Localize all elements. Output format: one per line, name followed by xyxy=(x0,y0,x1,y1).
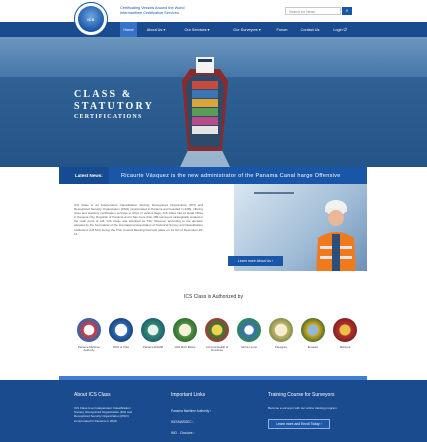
main-nav: Home About Us ▾ Our Services ▾ Our Surve… xyxy=(0,22,427,37)
seal-commonwealth-of-dominica[interactable]: Commonwealth of Dominica xyxy=(202,318,232,353)
search-input[interactable]: Search for News xyxy=(285,7,341,15)
ship-image xyxy=(180,57,230,167)
sierra-leone-emblem-icon xyxy=(237,318,261,342)
search-button[interactable]: ⌕ xyxy=(342,7,352,15)
enroll-button[interactable]: Learn more and Enroll Today › xyxy=(268,419,330,430)
seal-panama-dgmm[interactable]: Panama DGMM xyxy=(138,318,168,349)
seal-label: VAN MAX Belize xyxy=(174,345,196,349)
footer-links-title: Important Links xyxy=(171,392,206,398)
rso-emblem-icon xyxy=(109,318,133,342)
footer-training-column: Training Course for Surveyors Become a s… xyxy=(268,392,348,430)
seal-label: Sierra Leone xyxy=(240,345,257,349)
news-ticker[interactable]: Ricaurte Vásquez is the new administrato… xyxy=(121,167,341,184)
paraguay-emblem-icon xyxy=(269,318,293,342)
site-footer: About ICS Class ICS Class is an Independ… xyxy=(0,380,427,442)
footer-about-column: About ICS Class ICS Class is an Independ… xyxy=(74,392,136,423)
footer-link-imo-marsec[interactable]: IMO/MARSEC › xyxy=(171,417,241,428)
seal-label: Ecuador xyxy=(307,345,319,349)
nav-home[interactable]: Home xyxy=(120,22,137,37)
nav-login[interactable]: Login ⏻ xyxy=(330,22,350,37)
tagline-line2: Intermaritime Certification Services xyxy=(120,10,179,15)
footer-link-imo-circulars[interactable]: IMO - Circulars › xyxy=(171,428,241,439)
crane-shape xyxy=(254,192,294,194)
ecuador-emblem-icon xyxy=(301,318,325,342)
seal-label: Commonwealth of Dominica xyxy=(205,345,229,353)
seal-paraguay[interactable]: Paraguay xyxy=(266,318,296,349)
site-tagline: Certificating Vessels Around the World I… xyxy=(120,6,185,15)
moldova-emblem-icon xyxy=(333,318,357,342)
footer-links-column: Important Links Panama Maritime Authorit… xyxy=(171,392,241,439)
dgmm-emblem-icon xyxy=(141,318,165,342)
seal-label: Moldova xyxy=(339,345,351,349)
footer-training-text: Become a surveyor with our online traini… xyxy=(268,406,338,410)
footer-about-text: ICS Class is an Independent Classificati… xyxy=(74,406,133,423)
seal-van-max-belize[interactable]: VAN MAX Belize xyxy=(170,318,200,349)
intro-paragraph: ICS Class is an Independent Classificati… xyxy=(74,203,203,236)
authorized-by-heading: ICS Class is Authorized by xyxy=(184,294,243,300)
seal-label: RSO of Chia xyxy=(113,345,129,349)
logo-emblem: ICS xyxy=(78,6,104,32)
seal-moldova[interactable]: Moldova xyxy=(330,318,360,349)
seal-label: Panama Maritime Authority xyxy=(78,345,100,353)
surveyor-figure xyxy=(316,200,356,271)
tagline-line1: Certificating Vessels Around the World xyxy=(120,6,185,10)
ics-logo[interactable]: ICS xyxy=(74,2,108,36)
nav-our-services[interactable]: Our Services ▾ xyxy=(180,22,214,37)
authority-seals: Panama Maritime Authority RSO of Chia Pa… xyxy=(74,318,364,364)
hero-title: CLASS & STATUTORY CERTIFICATIONS xyxy=(74,89,154,121)
seal-ecuador[interactable]: Ecuador xyxy=(298,318,328,349)
dominica-emblem-icon xyxy=(205,318,229,342)
nav-contact-us[interactable]: Contact Us xyxy=(297,22,323,37)
nav-our-surveyors[interactable]: Our Surveyors ▾ xyxy=(228,22,266,37)
panama-maritime-emblem-icon xyxy=(77,318,101,342)
nav-about-us[interactable]: About Us ▾ xyxy=(141,22,171,37)
nav-forum[interactable]: Forum xyxy=(274,22,290,37)
footer-training-title: Training Course for Surveyors xyxy=(268,392,335,398)
seal-panama-maritime-authority[interactable]: Panama Maritime Authority xyxy=(74,318,104,353)
hero-banner: CLASS & STATUTORY CERTIFICATIONS xyxy=(0,37,427,167)
latest-news-bar: Latest News: Ricaurte Vásquez is the new… xyxy=(59,167,367,184)
site-header: ICS Certificating Vessels Around the Wor… xyxy=(0,0,427,36)
seal-rso-of-chia[interactable]: RSO of Chia xyxy=(106,318,136,349)
hero-line2: STATUTORY xyxy=(74,101,155,112)
hero-line1: CLASS & xyxy=(74,89,133,100)
search-icon: ⌕ xyxy=(345,8,349,14)
seal-label: Panama DGMM xyxy=(142,345,164,349)
seal-sierra-leone[interactable]: Sierra Leone xyxy=(234,318,264,349)
belize-emblem-icon xyxy=(173,318,197,342)
footer-link-panama-maritime[interactable]: Panama Maritime Authority › xyxy=(171,406,241,417)
seal-label: Paraguay xyxy=(275,345,287,349)
latest-news-label: Latest News: xyxy=(59,167,109,184)
learn-more-about-us-button[interactable]: Learn more About Us › xyxy=(228,256,283,266)
footer-about-title: About ICS Class xyxy=(74,392,111,398)
hero-line3: CERTIFICATIONS xyxy=(74,114,143,120)
